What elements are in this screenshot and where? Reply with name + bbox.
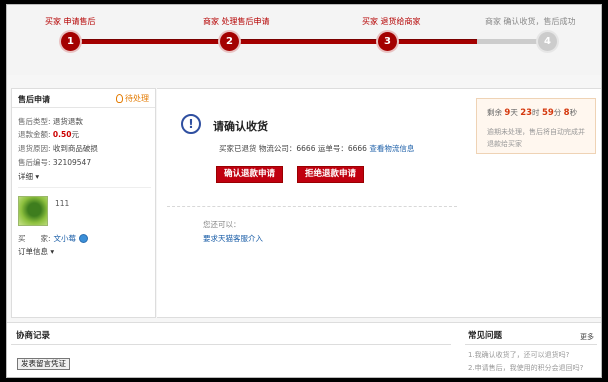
customer-service-link[interactable]: 要求天猫客服介入 — [203, 233, 263, 244]
reason-row: 退货原因: 收到商品破损 — [18, 143, 98, 154]
status-text: 待处理 — [125, 94, 149, 103]
countdown-box: 剩余 9天 23时 59分 8秒 逾期未处理，售后将自动完成并退款给买家 — [476, 98, 596, 154]
post-proof-button[interactable]: 发表留言凭证 — [17, 358, 70, 370]
progress-bar: 买家 申请售后 商家 处理售后申请 买家 退货给商家 商家 确认收货，售后成功 … — [7, 5, 601, 75]
buyer-row: 买 家: 文小莓 — [18, 233, 89, 244]
negotiation-title: 协商记录 — [16, 331, 51, 341]
mins-unit: 分 — [553, 108, 562, 117]
view-logistics-link[interactable]: 查看物流信息 — [369, 144, 414, 153]
shipping-info: 买家已退货 物流公司：6666 运单号：6666 查看物流信息 — [219, 143, 414, 154]
buyer-key: 买 家: — [18, 234, 51, 243]
status-badge: 待处理 — [116, 93, 149, 104]
detail-toggle[interactable]: 详细 ▾ — [18, 171, 39, 182]
dashed-divider — [167, 206, 457, 207]
step-1-circle: 1 — [61, 32, 80, 51]
faq-more-link[interactable]: 更多 — [580, 332, 594, 342]
step-3-circle: 3 — [378, 32, 397, 51]
negotiation-divider — [11, 344, 451, 345]
hours-unit: 时 — [532, 108, 540, 117]
confirm-title: 请确认收货 — [213, 120, 268, 133]
progress-track-done — [67, 39, 477, 44]
timeout-note: 逾期未处理，售后将自动完成并退款给买家 — [487, 128, 585, 148]
shipping-text: 买家已退货 物流公司：6666 运单号：6666 — [219, 144, 367, 153]
days-unit: 天 — [510, 108, 518, 117]
app-frame: 买家 申请售后 商家 处理售后申请 买家 退货给商家 商家 确认收货，售后成功 … — [6, 4, 602, 378]
faq-item[interactable]: 2.申请售后，我使用的积分会退回吗? — [468, 363, 583, 373]
buyer-avatar — [18, 196, 48, 226]
aftersale-info-panel: 售后申请 待处理 售后类型: 退货退款 退款金额: 0.50元 退货原因: 收到… — [11, 88, 156, 318]
step-4-circle: 4 — [538, 32, 557, 51]
step-1-label: 买家 申请售后 — [45, 17, 96, 26]
faq-divider — [465, 344, 597, 345]
avatar-caption: 111 — [55, 199, 70, 208]
countdown-hours: 23 — [520, 108, 533, 118]
wangwang-chat-icon[interactable] — [79, 234, 89, 243]
amount-key: 退款金额: — [18, 130, 51, 139]
faq-panel: 常见问题 更多 1.我确认收货了，还可以退货吗? 2.申请售后，我使用的积分会退… — [465, 323, 601, 377]
step-4-label: 商家 确认收货，售后成功 — [485, 17, 576, 26]
countdown: 剩余 9天 23时 59分 8秒 — [487, 107, 577, 118]
step-2-label: 商家 处理售后申请 — [203, 17, 270, 26]
secs-unit: 秒 — [569, 108, 578, 117]
panel-title: 售后申请 — [18, 95, 50, 104]
order-info-toggle[interactable]: 订单信息 ▾ — [18, 246, 54, 257]
reject-refund-button[interactable]: 拒绝退款申请 — [297, 166, 365, 183]
main-action-panel: ! 请确认收货 买家已退货 物流公司：6666 运单号：6666 查看物流信息 … — [157, 88, 463, 318]
amount-row: 退款金额: 0.50元 — [18, 129, 79, 140]
id-value: 32109547 — [52, 158, 92, 167]
buyer-name-link[interactable]: 文小莓 — [54, 233, 77, 244]
type-row: 售后类型: 退货退款 — [18, 116, 83, 127]
reason-value: 收到商品破损 — [52, 144, 98, 153]
type-value: 退货退款 — [52, 117, 83, 126]
also-can-label: 您还可以： — [203, 220, 241, 229]
id-row: 售后编号: 32109547 — [18, 157, 91, 168]
divider — [18, 187, 151, 188]
amount-unit: 元 — [71, 130, 79, 139]
faq-title: 常见问题 — [468, 331, 503, 341]
bottom-section: 协商记录 发表留言凭证 常见问题 更多 1.我确认收货了，还可以退货吗? 2.申… — [7, 322, 601, 377]
bulb-icon — [116, 94, 123, 103]
faq-item[interactable]: 1.我确认收货了，还可以退货吗? — [468, 350, 569, 360]
type-key: 售后类型: — [18, 117, 51, 126]
id-key: 售后编号: — [18, 158, 51, 167]
amount-value: 0.50 — [52, 130, 72, 139]
panel-header: 售后申请 待处理 — [12, 89, 155, 108]
reason-key: 退货原因: — [18, 144, 51, 153]
step-2-circle: 2 — [220, 32, 239, 51]
exclamation-icon: ! — [181, 114, 201, 134]
confirm-refund-button[interactable]: 确认退款申请 — [216, 166, 284, 183]
countdown-mins: 59 — [541, 108, 554, 118]
step-3-label: 买家 退货给商家 — [362, 17, 421, 26]
timer-panel: 剩余 9天 23时 59分 8秒 逾期未处理，售后将自动完成并退款给买家 — [463, 88, 601, 318]
countdown-prefix: 剩余 — [487, 108, 502, 117]
